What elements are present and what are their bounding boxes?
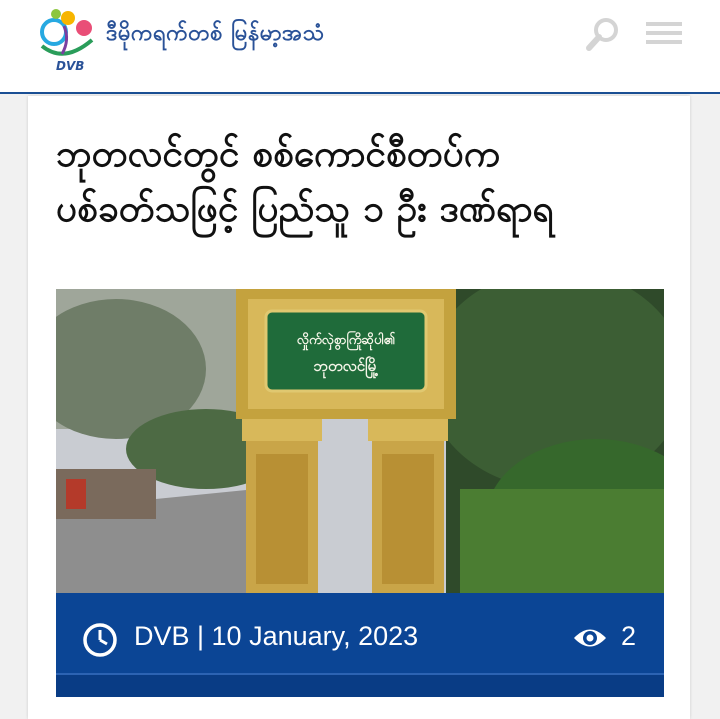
- logo-text: DVB: [56, 59, 84, 73]
- article-title-line-1: ဘုတလင်တွင် စစ်ကောင်စီတပ်က: [56, 132, 501, 175]
- image-sign-line-1: လှိုက်လှဲစွာကြိုဆိုပါ၏: [297, 330, 396, 351]
- article-meta-bar: DVB | 10 January, 2023 2: [56, 593, 664, 697]
- article-image[interactable]: လှိုက်လှဲစွာကြိုဆိုပါ၏ ဘုတလင်မြို့: [56, 289, 664, 593]
- brand-name[interactable]: ဒီမိုကရက်တစ် မြန်မာ့အသံ: [106, 18, 324, 51]
- article-byline: DVB | 10 January, 2023: [134, 621, 419, 651]
- article-title-line-2: ပစ်ခတ်သဖြင့် ပြည်သူ ၁ ဦး ဒဏ်ရာရ: [56, 187, 554, 230]
- meta-bar-strip: [56, 673, 664, 697]
- eye-icon[interactable]: [572, 625, 608, 651]
- view-count: 2: [621, 621, 637, 651]
- clock-icon: [83, 623, 117, 657]
- site-header: DVB ဒီမိုကရက်တစ် မြန်မာ့အသံ: [0, 0, 720, 94]
- hamburger-menu-icon[interactable]: [642, 14, 686, 54]
- article-card: ဘုတလင်တွင် စစ်ကောင်စီတပ်က ပစ်ခတ်သဖြင့် ပ…: [28, 96, 690, 719]
- dvb-logo[interactable]: DVB: [34, 6, 106, 74]
- article-title[interactable]: ဘုတလင်တွင် စစ်ကောင်စီတပ်က ပစ်ခတ်သဖြင့် ပ…: [56, 126, 676, 236]
- search-icon[interactable]: [584, 14, 624, 54]
